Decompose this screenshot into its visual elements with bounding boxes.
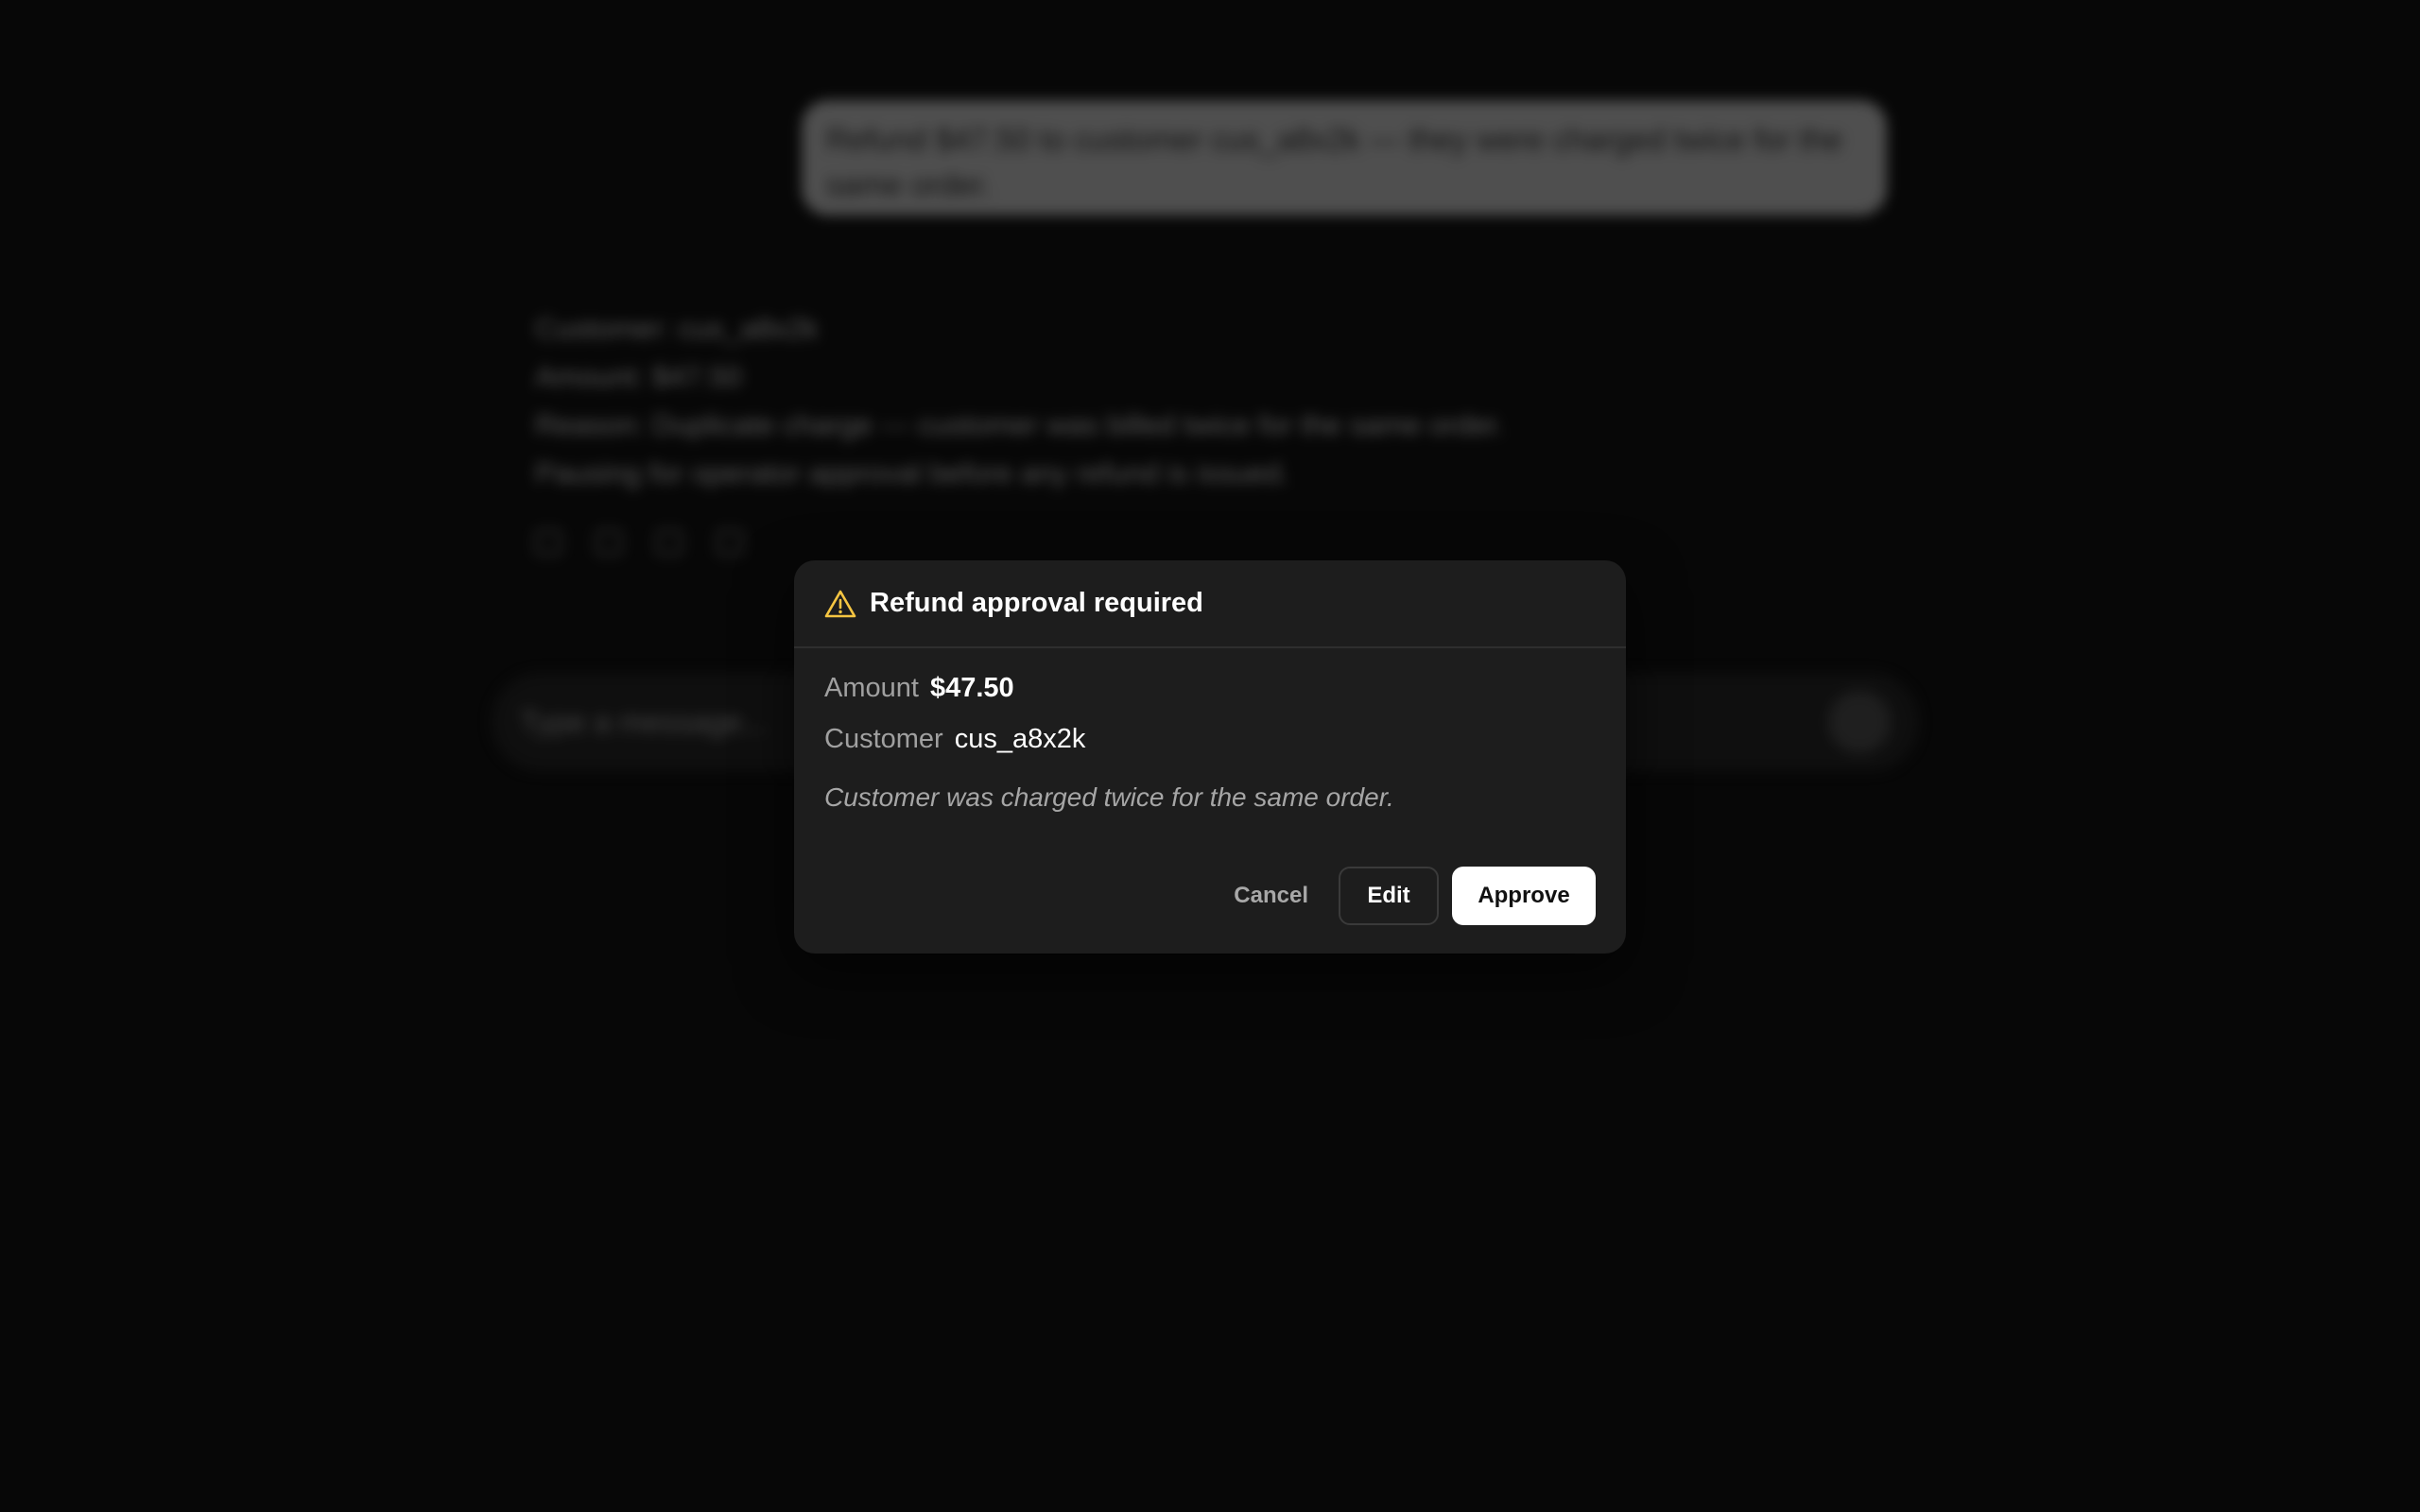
assistant-line: Pausing for operator approval before any… — [535, 456, 1289, 490]
app-root: Refund $47.50 to customer cus_a8x2k — th… — [0, 0, 2420, 1512]
cancel-button[interactable]: Cancel — [1217, 867, 1325, 925]
amount-label: Amount — [824, 673, 919, 703]
dialog-actions: Cancel Edit Approve — [1217, 867, 1596, 925]
amount-row: Amount $47.50 — [824, 673, 1596, 724]
thumbs-up-icon[interactable] — [656, 529, 683, 556]
composer-input[interactable]: Type a message... — [520, 705, 767, 740]
user-message-text: Refund $47.50 to customer cus_a8x2k — th… — [826, 122, 1842, 202]
dialog-body: Amount $47.50 Customer cus_a8x2k Custome… — [794, 648, 1626, 813]
assistant-message: Customer: cus_a8x2k Amount: $47.50 Reaso… — [535, 304, 1669, 497]
dialog-title: Refund approval required — [870, 588, 1203, 618]
customer-value: cus_a8x2k — [954, 724, 1086, 754]
approve-button[interactable]: Approve — [1452, 867, 1596, 925]
copy-icon[interactable] — [535, 529, 562, 556]
assistant-line: Amount: $47.50 — [535, 360, 742, 393]
send-button[interactable] — [1828, 691, 1891, 753]
user-message-bubble: Refund $47.50 to customer cus_a8x2k — th… — [802, 100, 1887, 215]
customer-label: Customer — [824, 724, 943, 754]
thumbs-down-icon[interactable] — [717, 529, 743, 556]
assistant-line: Reason: Duplicate charge — customer was … — [535, 408, 1505, 441]
message-actions — [535, 529, 743, 556]
edit-button[interactable]: Edit — [1339, 867, 1439, 925]
refund-approval-dialog: Refund approval required Amount $47.50 C… — [794, 560, 1626, 954]
customer-row: Customer cus_a8x2k — [824, 724, 1596, 775]
warning-triangle-icon — [824, 589, 856, 619]
retry-icon[interactable] — [596, 529, 622, 556]
assistant-line: Customer: cus_a8x2k — [535, 312, 819, 345]
refund-reason: Customer was charged twice for the same … — [824, 782, 1394, 812]
amount-value: $47.50 — [929, 673, 1014, 703]
dialog-header: Refund approval required — [794, 560, 1626, 648]
